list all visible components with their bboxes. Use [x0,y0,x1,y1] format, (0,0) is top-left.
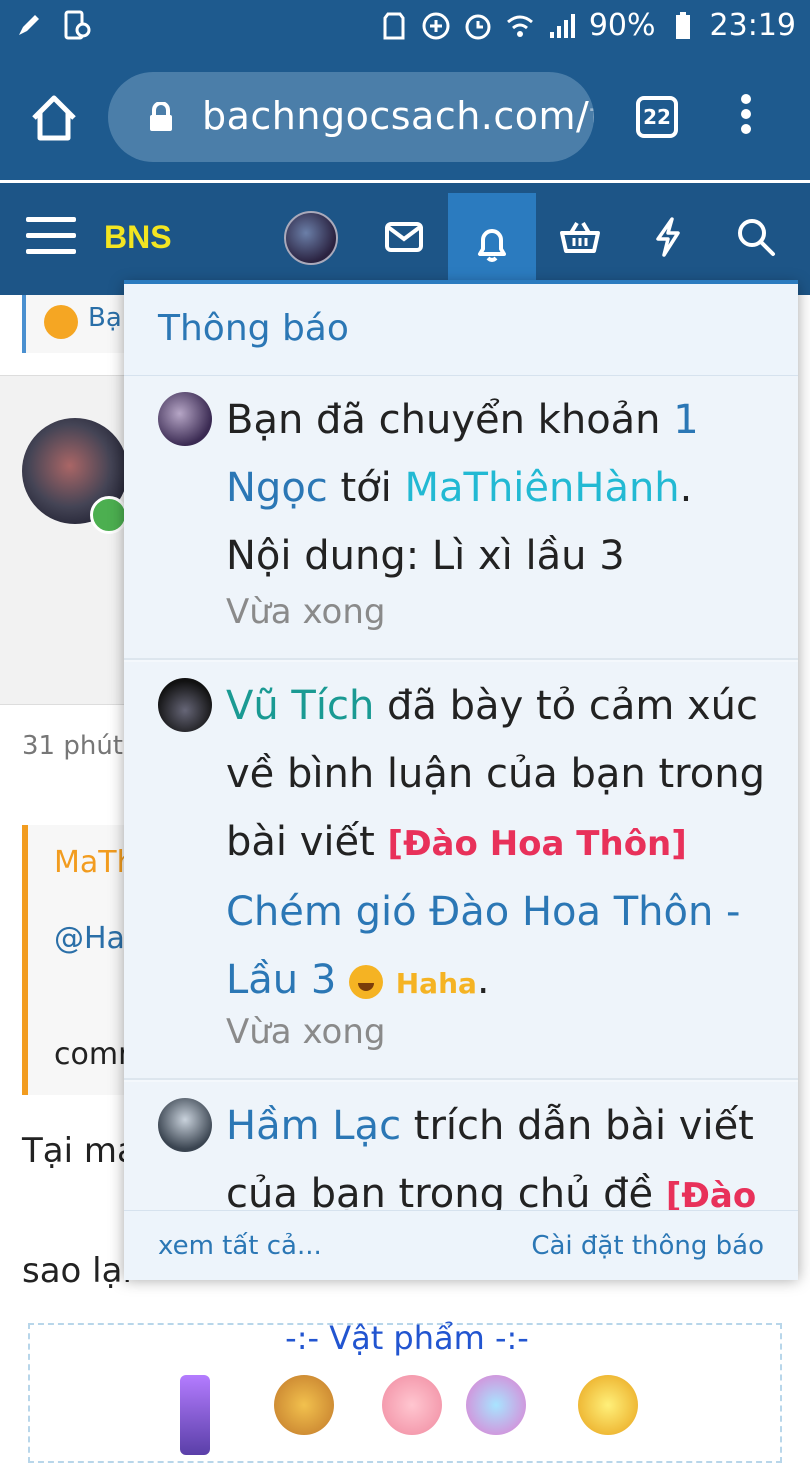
lock-icon [148,101,174,132]
popup-arrow [478,264,506,280]
search-icon[interactable] [712,193,800,281]
recipient-link[interactable]: MaThiênHành [404,465,679,511]
post-user-panel [0,375,130,705]
reaction-strip: Bạn [22,295,138,353]
browser-toolbar: bachngocsach.com/fo 22 [0,56,810,180]
see-all-link[interactable]: xem tất cả... [158,1231,322,1261]
staff-item-icon[interactable] [180,1375,210,1455]
pen-icon [14,10,44,40]
notification-text: Bạn đã chuyển khoản 1 Ngọc tới MaThiênHà… [226,397,699,579]
alarm-icon [463,11,493,41]
notification-list[interactable]: Bạn đã chuyển khoản 1 Ngọc tới MaThiênHà… [124,376,798,1210]
notification-time: Vừa xong [226,592,386,632]
popup-title: Thông báo [158,308,349,349]
status-bar: 90% 23:19 [0,0,810,56]
user-link[interactable]: Vũ Tích [226,683,374,729]
sd-card-icon [379,11,409,41]
notification-item[interactable]: Hầm Lạc trích dẫn bài viết của bạn trong… [124,1082,798,1210]
notifications-popup: Thông báo Bạn đã chuyển khoản 1 Ngọc tới… [124,280,798,1280]
notification-settings-link[interactable]: Cài đặt thông báo [531,1231,764,1261]
basket-icon[interactable] [536,193,624,281]
site-brand[interactable]: BNS [104,219,172,256]
quote-block: MaTh @Ha comm [22,825,147,1095]
popup-header: Thông báo [124,284,798,376]
post-text-line: sao lại [22,1251,132,1291]
more-menu-icon[interactable] [736,94,756,142]
clock: 23:19 [709,8,796,43]
thread-prefix-tag: [Đào Hoa Thôn] [387,824,687,864]
user-avatar[interactable] [158,392,212,446]
user-avatar[interactable] [158,678,212,732]
post-text-line: Tại mạ [22,1131,138,1171]
haha-emoji-icon [44,305,78,339]
thread-prefix-tag: [Đào [665,1176,757,1210]
signal-icon [547,11,577,41]
mooncake-item-icon[interactable] [274,1375,334,1435]
user-link[interactable]: Hầm Lạc [226,1103,401,1149]
popup-footer: xem tất cả... Cài đặt thông báo [124,1210,798,1280]
url-text: bachngocsach.com/fo [202,94,594,138]
mail-icon[interactable] [360,193,448,281]
gold-bag-item-icon[interactable] [578,1375,638,1435]
site-navbar: BNS [0,183,810,295]
reaction-label: Haha [395,967,477,1000]
notification-item[interactable]: Bạn đã chuyển khoản 1 Ngọc tới MaThiênHà… [124,376,798,660]
online-status-icon [90,496,128,534]
notification-text: Hầm Lạc trích dẫn bài viết của bạn trong… [226,1092,766,1210]
items-box: -:- Vật phẩm -:- [28,1319,782,1463]
wifi-icon [505,11,535,41]
url-bar[interactable]: bachngocsach.com/fo [108,72,594,162]
menu-icon[interactable] [26,217,76,261]
pig-item-icon[interactable] [382,1375,442,1435]
user-avatar[interactable] [158,1098,212,1152]
home-icon[interactable] [28,92,80,144]
notification-time: Vừa xong [226,1012,386,1052]
fish-item-icon[interactable] [466,1375,526,1435]
battery-percent: 90% [588,8,656,43]
screen-lock-icon [62,10,92,40]
quote-mention[interactable]: @Ha [54,921,125,956]
tab-switcher-button[interactable]: 22 [636,96,678,138]
battery-icon [668,11,698,41]
notification-text: Vũ Tích đã bày tỏ cảm xúc về bình luận c… [226,683,765,1003]
haha-emoji-icon [349,965,384,999]
items-title: -:- Vật phẩm -:- [285,1319,529,1357]
data-saver-icon [421,11,451,41]
notification-item[interactable]: Vũ Tích đã bày tỏ cảm xúc về bình luận c… [124,662,798,1080]
bolt-icon[interactable] [624,193,712,281]
avatar[interactable] [284,211,338,265]
